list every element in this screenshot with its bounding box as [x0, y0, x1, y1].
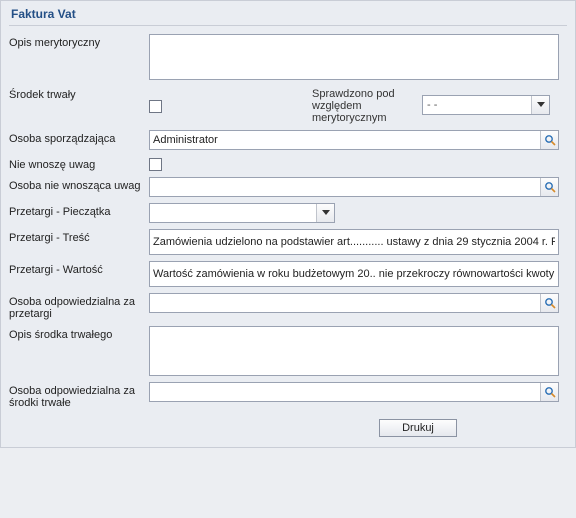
osoba-przetargi-lookup[interactable] [149, 293, 559, 313]
label-osoba-sporz: Osoba sporządzająca [9, 130, 149, 145]
label-tresc: Przetargi - Treść [9, 229, 149, 244]
osoba-sporzadzajaca-lookup[interactable] [149, 130, 559, 150]
pieczatka-dropdown[interactable] [149, 203, 335, 223]
label-osoba-srodki: Osoba odpowiedzialna za środki trwałe [9, 382, 149, 409]
opis-merytoryczny-input[interactable] [149, 34, 559, 80]
tresc-input[interactable] [149, 229, 559, 255]
search-icon[interactable] [540, 294, 558, 312]
chevron-down-icon[interactable] [531, 96, 549, 114]
page-title: Faktura Vat [11, 7, 567, 21]
nie-wnosze-uwag-checkbox[interactable] [149, 158, 162, 171]
sprawdzono-date-dropdown[interactable]: - - [422, 95, 550, 115]
invoice-panel: Faktura Vat Opis merytoryczny Środek trw… [0, 0, 576, 448]
label-opis-srodka: Opis środka trwałego [9, 326, 149, 341]
label-pieczatka: Przetargi - Pieczątka [9, 203, 149, 218]
search-icon[interactable] [540, 383, 558, 401]
label-srodek-trwaly: Środek trwały [9, 86, 149, 101]
opis-srodka-input[interactable] [149, 326, 559, 376]
osoba-nie-wnoszaca-input[interactable] [150, 179, 540, 195]
chevron-down-icon[interactable] [316, 204, 334, 222]
divider [9, 25, 567, 26]
label-osoba-przetargi: Osoba odpowiedzialna za przetargi [9, 293, 149, 320]
label-wartosc: Przetargi - Wartość [9, 261, 149, 276]
search-icon[interactable] [540, 131, 558, 149]
osoba-przetargi-input[interactable] [150, 295, 540, 311]
search-icon[interactable] [540, 178, 558, 196]
wartosc-input[interactable] [149, 261, 559, 287]
osoba-sporzadzajaca-input[interactable] [150, 132, 540, 148]
osoba-srodki-lookup[interactable] [149, 382, 559, 402]
label-osoba-nie-wnoszaca: Osoba nie wnosząca uwag [9, 177, 149, 192]
osoba-srodki-input[interactable] [150, 384, 540, 400]
label-nie-wnosze: Nie wnoszę uwag [9, 156, 149, 171]
osoba-nie-wnoszaca-lookup[interactable] [149, 177, 559, 197]
drukuj-button[interactable]: Drukuj [379, 419, 457, 437]
label-opis-meryt: Opis merytoryczny [9, 34, 149, 49]
srodek-trwaly-checkbox[interactable] [149, 100, 162, 113]
label-sprawdzono: Sprawdzono pod względem merytorycznym [312, 86, 422, 124]
